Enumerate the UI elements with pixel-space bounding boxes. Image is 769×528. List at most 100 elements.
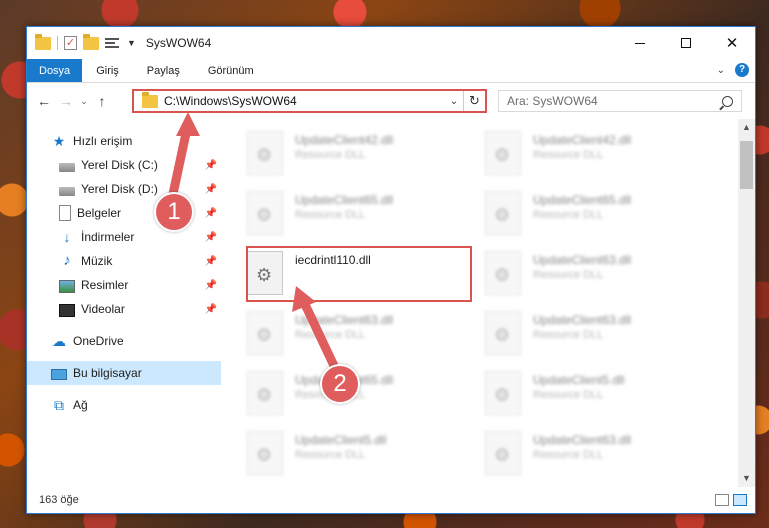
nav-documents[interactable]: Belgeler 📌: [27, 201, 221, 225]
file-type: Resource DLL: [295, 389, 366, 401]
file-item[interactable]: ⚙ UpdateClient5.dll Resource DLL: [485, 367, 713, 419]
search-icon[interactable]: [722, 95, 733, 107]
pin-icon[interactable]: 📌: [205, 160, 217, 171]
nav-pictures[interactable]: Resimler 📌: [27, 273, 221, 297]
tab-home[interactable]: Giriş: [82, 59, 133, 82]
title-bar: ✓ ▼ SysWOW64 ✕: [27, 27, 755, 59]
chevron-down-icon[interactable]: ⌄: [445, 96, 463, 107]
file-type: Resource DLL: [295, 329, 366, 341]
computer-icon: [51, 368, 67, 380]
gear-icon: ⚙: [256, 325, 273, 345]
dll-file-icon: ⚙: [485, 431, 521, 475]
minimize-icon: [635, 42, 645, 44]
document-icon: [59, 205, 71, 221]
file-name: UpdateClient63.dll: [295, 313, 394, 327]
file-item[interactable]: ⚙ UpdateClient42.dll Resource DLL: [247, 127, 475, 179]
file-item-highlighted[interactable]: ⚙ iecdrintl110.dll: [247, 247, 475, 299]
file-item[interactable]: ⚙ UpdateClient42.dll Resource DLL: [485, 127, 713, 179]
file-item[interactable]: ⚙ UpdateClient63.dll Resource DLL: [485, 307, 713, 359]
nav-local-disk-c[interactable]: Yerel Disk (C:) 📌: [27, 153, 221, 177]
pin-icon[interactable]: 📌: [205, 304, 217, 315]
file-item[interactable]: ⚙ UpdateClient65.dll Resource DLL: [485, 187, 713, 239]
tab-view[interactable]: Görünüm: [194, 59, 268, 82]
star-icon: ★: [52, 133, 66, 149]
dll-file-icon: ⚙: [247, 371, 283, 415]
nav-label: Yerel Disk (C:): [81, 158, 158, 172]
address-path[interactable]: C:\Windows\SysWOW64: [164, 94, 445, 108]
scroll-up-icon[interactable]: ▲: [738, 119, 755, 136]
file-type: Resource DLL: [533, 269, 604, 281]
nav-label: Ağ: [73, 398, 88, 412]
pin-icon[interactable]: 📌: [205, 280, 217, 291]
dll-file-icon: ⚙: [247, 431, 283, 475]
tiles-view-icon[interactable]: [733, 494, 747, 506]
file-item[interactable]: ⚙ UpdateClient5.dll Resource DLL: [247, 427, 475, 479]
maximize-button[interactable]: [663, 27, 709, 59]
navigation-row: ← → ⌄ ↑ C:\Windows\SysWOW64 ⌄ ↻ Ara: Sys…: [27, 83, 755, 119]
file-name: UpdateClient65.dll: [295, 193, 394, 207]
nav-label: Belgeler: [77, 206, 122, 220]
nav-network[interactable]: ⧉ Ağ: [27, 393, 221, 417]
view-switcher: [715, 494, 747, 506]
gear-icon: ⚙: [256, 205, 273, 225]
tab-file[interactable]: Dosya: [27, 59, 83, 82]
file-item[interactable]: ⚙ UpdateClient65.dll Resource DLL: [247, 367, 475, 419]
nav-downloads[interactable]: ↓ İndirmeler 📌: [27, 225, 221, 249]
new-folder-icon[interactable]: [83, 33, 99, 50]
file-name: UpdateClient65.dll: [533, 193, 632, 207]
close-button[interactable]: ✕: [709, 27, 755, 59]
disk-icon: [59, 186, 75, 196]
dll-file-icon: ⚙: [485, 371, 521, 415]
file-item[interactable]: ⚙ UpdateClient65.dll Resource DLL: [247, 187, 475, 239]
search-input[interactable]: Ara: SysWOW64: [498, 90, 742, 112]
file-item[interactable]: ⚙ UpdateClient63.dll Resource DLL: [247, 307, 475, 359]
help-icon[interactable]: ?: [735, 63, 749, 77]
vertical-scrollbar[interactable]: ▲ ▼: [738, 119, 755, 487]
toolbar-dropdown-icon[interactable]: ▼: [127, 38, 136, 48]
gear-icon: ⚙: [494, 145, 511, 165]
pin-icon[interactable]: 📌: [205, 256, 217, 267]
pin-icon[interactable]: 📌: [205, 208, 217, 219]
scroll-thumb[interactable]: [740, 141, 753, 189]
file-type: Resource DLL: [533, 149, 604, 161]
music-icon: ♪: [63, 252, 71, 269]
properties-check-icon[interactable]: ✓: [64, 36, 77, 50]
details-view-icon[interactable]: [715, 494, 729, 506]
nav-quick-access[interactable]: ★ Hızlı erişim: [27, 129, 221, 153]
nav-label: Hızlı erişim: [73, 134, 133, 148]
expand-ribbon-icon[interactable]: ⌄: [717, 65, 725, 76]
address-bar[interactable]: C:\Windows\SysWOW64 ⌄ ↻: [132, 89, 487, 113]
minimize-button[interactable]: [617, 27, 663, 59]
file-type: Resource DLL: [533, 329, 604, 341]
nav-label: İndirmeler: [81, 230, 135, 244]
file-item[interactable]: ⚙ UpdateClient63.dll Resource DLL: [485, 427, 713, 479]
file-item[interactable]: ⚙ UpdateClient63.dll Resource DLL: [485, 247, 713, 299]
dll-file-icon: ⚙: [485, 251, 521, 295]
gear-icon: ⚙: [494, 265, 511, 285]
nav-videos[interactable]: Videolar 📌: [27, 297, 221, 321]
refresh-button[interactable]: ↻: [463, 91, 485, 111]
recent-locations-button[interactable]: ⌄: [77, 90, 91, 112]
gear-icon: ⚙: [494, 445, 511, 465]
file-type: Resource DLL: [295, 149, 366, 161]
navigation-pane: ★ Hızlı erişim Yerel Disk (C:) 📌 Yerel D…: [27, 119, 221, 487]
pin-icon[interactable]: 📌: [205, 232, 217, 243]
back-button[interactable]: ←: [33, 90, 55, 112]
customize-icon[interactable]: [105, 36, 121, 50]
status-bar: 163 öğe: [27, 487, 755, 513]
gear-icon: ⚙: [256, 265, 273, 285]
pin-icon[interactable]: 📌: [205, 184, 217, 195]
forward-button[interactable]: →: [55, 90, 77, 112]
tab-share[interactable]: Paylaş: [133, 59, 194, 82]
nav-local-disk-d[interactable]: Yerel Disk (D:) 📌: [27, 177, 221, 201]
close-icon: ✕: [725, 34, 739, 52]
pictures-icon: [59, 279, 75, 293]
up-button[interactable]: ↑: [91, 90, 113, 112]
dll-file-icon: ⚙: [485, 131, 521, 175]
file-name: UpdateClient5.dll: [533, 373, 625, 387]
nav-music[interactable]: ♪ Müzik 📌: [27, 249, 221, 273]
scroll-down-icon[interactable]: ▼: [738, 470, 755, 487]
file-name: UpdateClient63.dll: [533, 313, 632, 327]
nav-this-pc[interactable]: Bu bilgisayar: [27, 361, 221, 385]
nav-onedrive[interactable]: ☁ OneDrive: [27, 329, 221, 353]
